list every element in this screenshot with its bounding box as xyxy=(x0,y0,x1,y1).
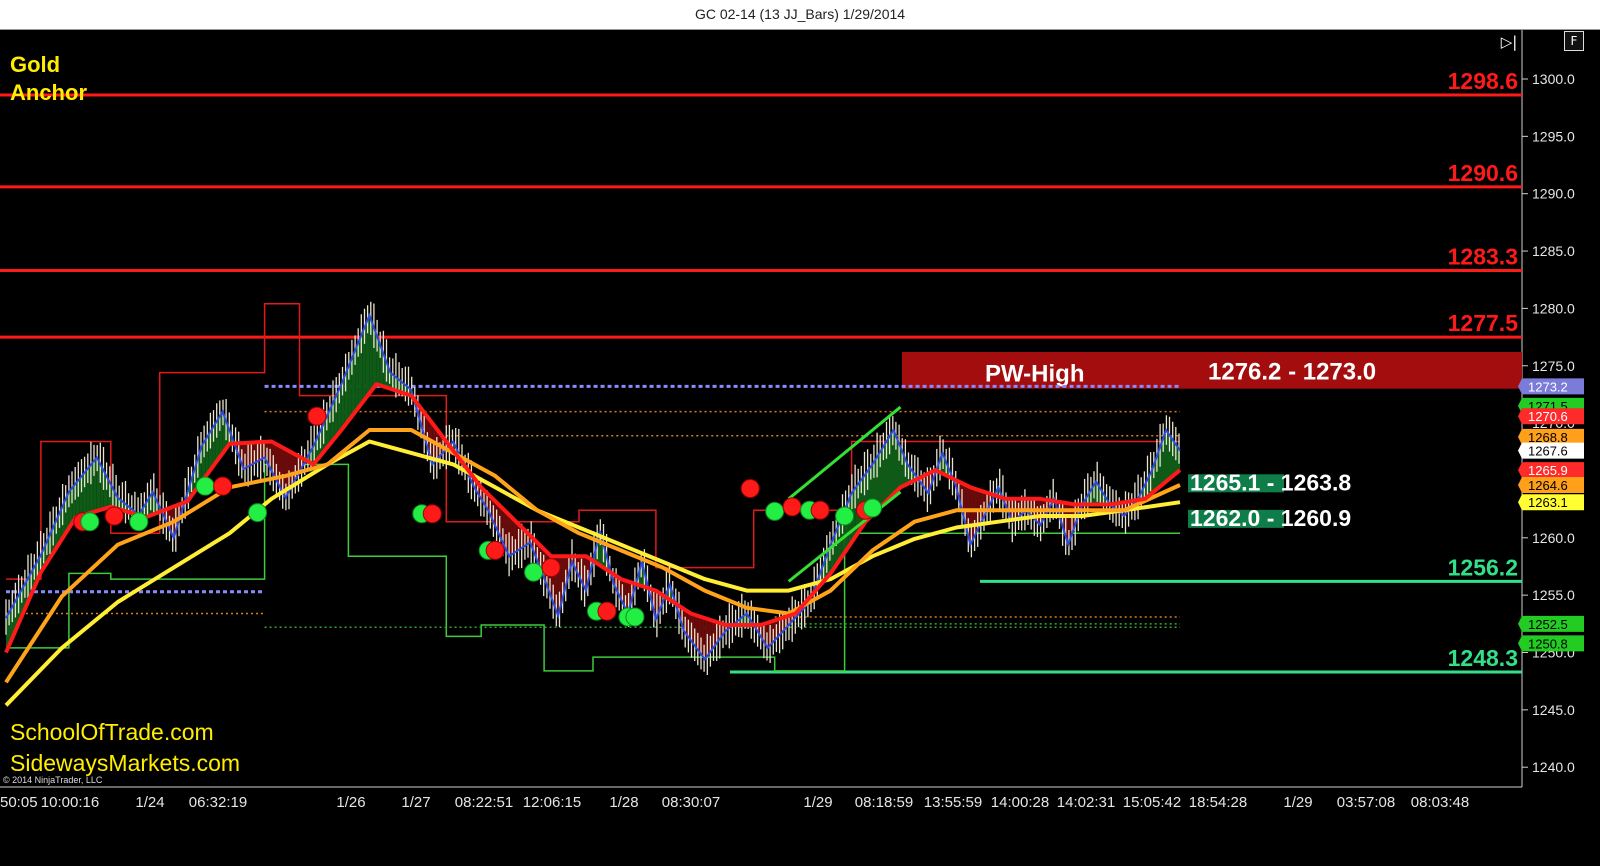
resistance-level-label: 1298.6 xyxy=(1448,68,1518,94)
x-tick-label: 1/24 xyxy=(135,794,164,811)
support-level-label: 1248.3 xyxy=(1448,645,1518,671)
site-school-of-trade: SchoolOfTrade.com xyxy=(10,719,214,745)
y-tick-label: 1300.0 xyxy=(1532,71,1575,87)
buy-signal-dot xyxy=(248,503,268,523)
x-tick-label: 1/28 xyxy=(609,794,638,811)
buy-signal-dot xyxy=(524,562,544,582)
x-tick-label: 15:05:42 xyxy=(1123,794,1181,811)
y-tick-label: 1295.0 xyxy=(1532,128,1575,144)
buy-signal-dot xyxy=(835,506,855,526)
buy-signal-dot xyxy=(863,498,883,518)
heading-line1: Gold xyxy=(10,52,60,77)
support-zone-range: 1262.0 - 1260.9 xyxy=(1190,505,1351,531)
support-zone-range: 1265.1 - 1263.8 xyxy=(1190,469,1351,495)
sell-signal-dot xyxy=(307,406,327,426)
y-tick-label: 1245.0 xyxy=(1532,702,1575,718)
x-tick-label: 14:00:28 xyxy=(991,794,1049,811)
y-tick-label: 1260.0 xyxy=(1532,530,1575,546)
buy-signal-dot xyxy=(195,476,215,496)
sell-signal-dot xyxy=(782,497,802,517)
price-marker-label: 1265.9 xyxy=(1528,463,1568,478)
x-tick-label: 08:22:51 xyxy=(455,794,513,811)
sell-signal-dot xyxy=(485,540,505,560)
heading-line2: Anchor xyxy=(10,80,87,105)
x-tick-label: 08:30:07 xyxy=(662,794,720,811)
sell-signal-dot xyxy=(810,500,830,520)
x-tick-label: 06:32:19 xyxy=(189,794,247,811)
title-bar: GC 02-14 (13 JJ_Bars) 1/29/2014 xyxy=(0,0,1600,30)
y-tick-label: 1275.0 xyxy=(1532,358,1575,374)
sell-signal-dot xyxy=(213,476,233,496)
x-tick-label: 10:00:16 xyxy=(41,794,99,811)
x-tick-label: 1/29 xyxy=(1283,794,1312,811)
copyright: © 2014 NinjaTrader, LLC xyxy=(3,775,103,785)
price-chart[interactable]: 1300.0 1295.0 1290.0 1285.0 1280.0 1275.0 1270… xyxy=(0,30,1600,866)
resistance-level-label: 1290.6 xyxy=(1448,160,1518,186)
price-marker-label: 1252.5 xyxy=(1528,617,1568,632)
window-title: GC 02-14 (13 JJ_Bars) 1/29/2014 xyxy=(694,6,906,22)
scroll-to-end-icon[interactable]: ▷| xyxy=(1497,33,1521,51)
price-marker-label: 1268.8 xyxy=(1528,430,1568,445)
x-tick-label: 13:55:59 xyxy=(924,794,982,811)
buy-signal-dot xyxy=(129,512,149,532)
price-marker-label: 1264.6 xyxy=(1528,478,1568,493)
y-tick-label: 1255.0 xyxy=(1532,587,1575,603)
x-tick-label: 50:05 xyxy=(0,794,38,811)
y-tick-label: 1280.0 xyxy=(1532,300,1575,316)
pw-high-range: 1276.2 - 1273.0 xyxy=(1208,359,1376,386)
x-tick-label: 1/27 xyxy=(401,794,430,811)
sell-signal-dot xyxy=(597,601,617,621)
buy-signal-dot xyxy=(765,501,785,521)
chart-window: GC 02-14 (13 JJ_Bars) 1/29/2014 1300.0 12… xyxy=(0,0,1600,866)
x-tick-label: 08:03:48 xyxy=(1411,794,1469,811)
y-tick-label: 1290.0 xyxy=(1532,186,1575,202)
price-marker-label: 1263.1 xyxy=(1528,495,1568,510)
price-marker-label: 1267.6 xyxy=(1528,444,1568,459)
sell-signal-dot xyxy=(740,478,760,498)
x-tick-label: 1/29 xyxy=(803,794,832,811)
price-marker-label: 1270.6 xyxy=(1528,409,1568,424)
resistance-level-label: 1277.5 xyxy=(1448,310,1519,336)
x-tick-label: 03:57:08 xyxy=(1337,794,1395,811)
sell-signal-dot xyxy=(541,558,561,578)
x-tick-label: 1/26 xyxy=(336,794,365,811)
sell-signal-dot xyxy=(104,506,124,526)
x-tick-label: 18:54:28 xyxy=(1189,794,1247,811)
f-button[interactable]: F xyxy=(1564,31,1584,51)
y-tick-label: 1240.0 xyxy=(1532,759,1575,775)
price-marker-label: 1250.8 xyxy=(1528,636,1568,651)
sell-signal-dot xyxy=(422,504,442,524)
pw-high-label: PW-High xyxy=(985,361,1085,388)
buy-signal-dot xyxy=(80,512,100,532)
x-tick-label: 14:02:31 xyxy=(1057,794,1115,811)
y-tick-label: 1285.0 xyxy=(1532,243,1575,259)
x-tick-label: 12:06:15 xyxy=(523,794,581,811)
resistance-level-label: 1283.3 xyxy=(1448,244,1518,270)
support-level-label: 1256.2 xyxy=(1448,554,1518,580)
price-marker-label: 1273.2 xyxy=(1528,379,1568,394)
x-tick-label: 08:18:59 xyxy=(855,794,913,811)
site-sideways-markets: SidewaysMarkets.com xyxy=(10,750,240,776)
buy-signal-dot xyxy=(625,607,645,627)
